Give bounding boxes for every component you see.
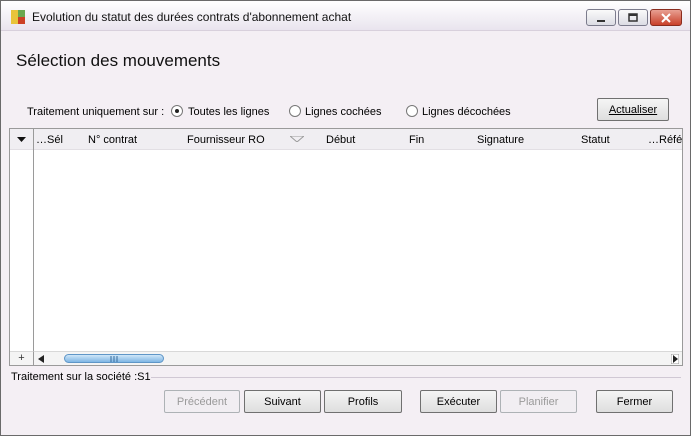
column-header-start[interactable]: Début [326,134,355,146]
previous-button[interactable]: Précédent [164,390,240,413]
execute-button[interactable]: Exécuter [420,390,497,413]
maximize-button[interactable] [618,9,648,26]
radio-checked-lines[interactable] [289,105,301,117]
app-icon [11,10,25,24]
radio-unchecked-lines[interactable] [406,105,418,117]
movements-grid[interactable]: …Sél N° contrat Fournisseur RO Début Fin… [9,128,683,366]
radio-all-lines[interactable] [171,105,183,117]
company-status: Traitement sur la société :S1 [11,371,151,383]
horizontal-scrollbar[interactable] [34,351,682,365]
scrollbar-grip-icon [110,355,118,362]
scrollbar-thumb[interactable] [64,354,164,363]
column-header-end[interactable]: Fin [409,134,424,146]
filter-label: Traitement uniquement sur : [27,106,165,118]
grid-header: …Sél N° contrat Fournisseur RO Début Fin… [10,129,682,150]
scroll-right-icon[interactable] [671,354,679,364]
close-window-button[interactable] [650,9,682,26]
column-header-status[interactable]: Statut [581,134,610,146]
radio-all-lines-label[interactable]: Toutes les lignes [188,106,269,118]
sort-indicator-icon [290,136,304,142]
close-button[interactable]: Fermer [596,390,673,413]
column-chooser-icon[interactable] [17,137,26,143]
maximize-icon [628,12,638,22]
main-window: Evolution du statut des durées contrats … [0,0,691,436]
column-header-select[interactable]: …Sél [36,134,63,146]
window-title: Evolution du statut des durées contrats … [32,10,352,24]
column-header-supplier[interactable]: Fournisseur RO [187,134,265,146]
column-header-contract-number[interactable]: N° contrat [88,134,137,146]
column-header-reference[interactable]: …Réfé [648,134,682,146]
refresh-button-label: Actualiser [608,103,658,116]
refresh-button[interactable]: Actualiser [597,98,669,121]
page-title: Sélection des mouvements [16,51,221,70]
add-row-button[interactable]: + [10,351,34,365]
title-bar[interactable]: Evolution du statut des durées contrats … [1,1,690,31]
minimize-icon [597,19,605,22]
minimize-button[interactable] [586,9,616,26]
profiles-button[interactable]: Profils [324,390,402,413]
row-header-column [10,129,34,365]
radio-unchecked-lines-label[interactable]: Lignes décochées [422,106,511,118]
radio-checked-lines-label[interactable]: Lignes cochées [305,106,381,118]
schedule-button[interactable]: Planifier [500,390,577,413]
column-header-signature[interactable]: Signature [477,134,524,146]
scroll-left-icon[interactable] [38,355,44,363]
close-icon [661,12,671,23]
next-button[interactable]: Suivant [244,390,321,413]
status-divider [151,377,681,378]
